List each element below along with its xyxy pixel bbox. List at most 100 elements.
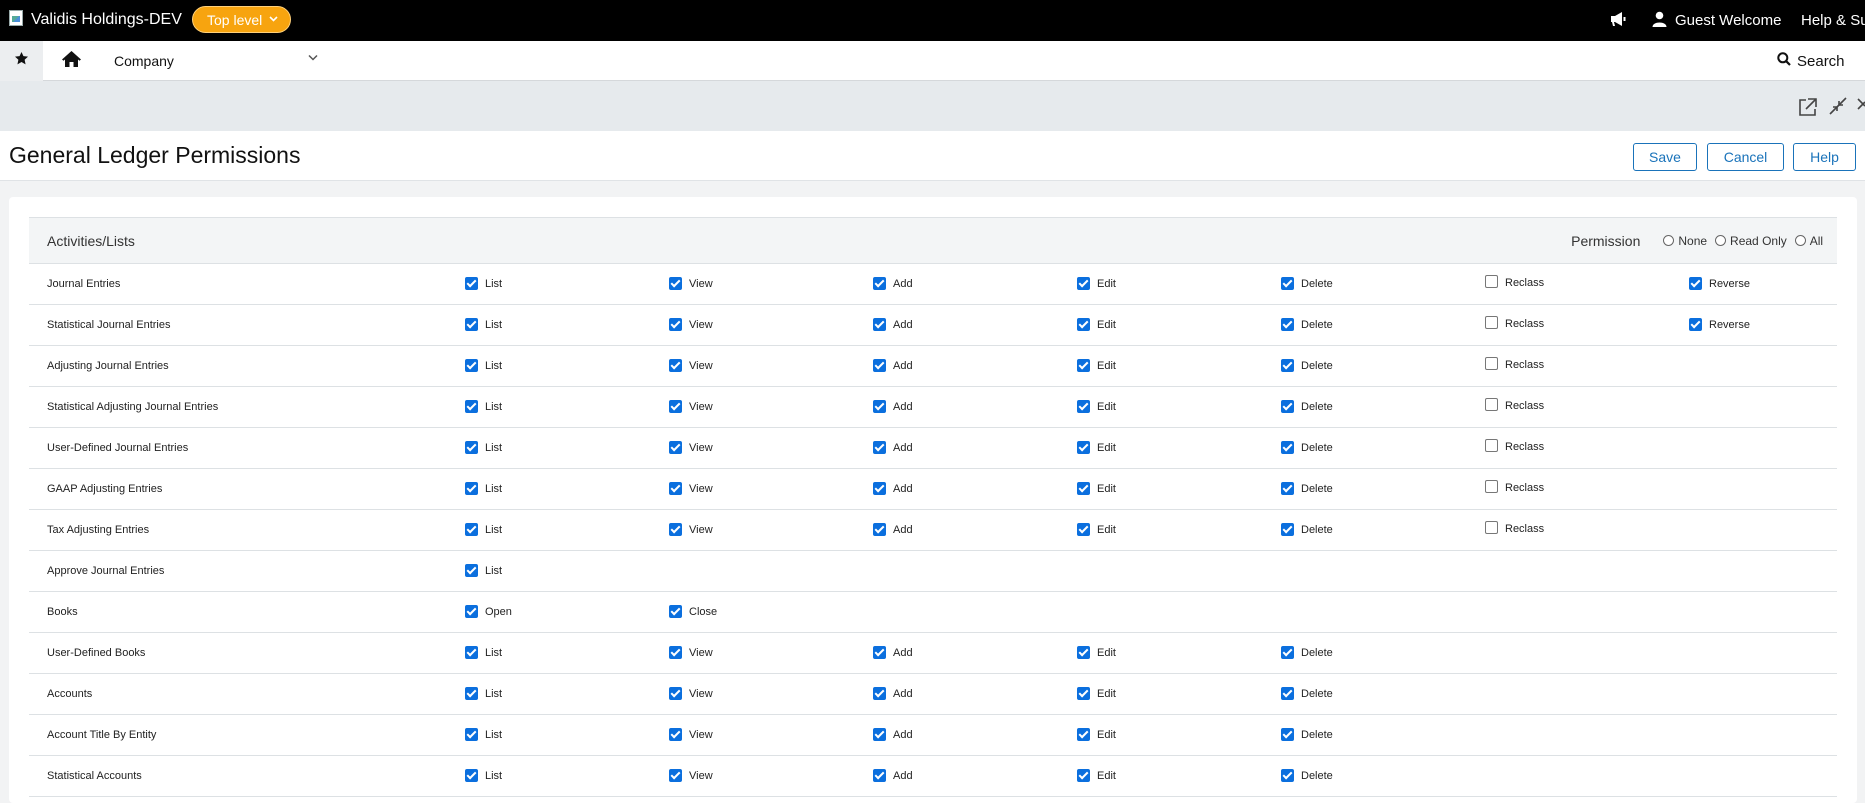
permission-checkbox-view[interactable]: View (669, 317, 713, 332)
permission-checkbox-reclass[interactable]: Reclass (1485, 398, 1544, 412)
checkbox[interactable] (873, 768, 886, 782)
permission-all-radio[interactable]: All (1794, 234, 1823, 248)
checkbox[interactable] (1485, 480, 1498, 493)
permission-checkbox-edit[interactable]: Edit (1077, 276, 1116, 291)
permission-checkbox-reclass[interactable]: Reclass (1485, 521, 1544, 535)
checkbox[interactable] (465, 481, 478, 495)
search-button[interactable]: Search (1777, 41, 1845, 81)
checkbox[interactable] (465, 727, 478, 741)
permission-checkbox-reverse[interactable]: Reverse (1689, 276, 1750, 291)
level-selector[interactable]: Top level (192, 6, 292, 33)
permission-checkbox-edit[interactable]: Edit (1077, 358, 1116, 373)
permission-checkbox-delete[interactable]: Delete (1281, 358, 1333, 373)
permission-checkbox-edit[interactable]: Edit (1077, 317, 1116, 332)
permission-checkbox-edit[interactable]: Edit (1077, 686, 1116, 701)
checkbox[interactable] (669, 276, 682, 290)
checkbox[interactable] (1281, 686, 1294, 700)
permission-checkbox-edit[interactable]: Edit (1077, 522, 1116, 537)
permission-checkbox-view[interactable]: View (669, 727, 713, 742)
checkbox[interactable] (873, 399, 886, 413)
checkbox[interactable] (1689, 276, 1702, 290)
permission-none-radio[interactable]: None (1663, 234, 1707, 248)
permission-checkbox-delete[interactable]: Delete (1281, 481, 1333, 496)
module-selector-label[interactable]: Company (114, 53, 174, 69)
permission-checkbox-view[interactable]: View (669, 358, 713, 373)
checkbox[interactable] (465, 317, 478, 331)
permission-checkbox-reclass[interactable]: Reclass (1485, 439, 1544, 453)
company-name[interactable]: Validis Holdings-DEV (31, 11, 182, 29)
checkbox[interactable] (1485, 316, 1498, 329)
user-menu[interactable]: Guest Welcome (1652, 0, 1781, 41)
checkbox[interactable] (1281, 317, 1294, 331)
permission-checkbox-reclass[interactable]: Reclass (1485, 480, 1544, 494)
checkbox[interactable] (1077, 522, 1090, 536)
permission-checkbox-add[interactable]: Add (873, 768, 913, 783)
permission-checkbox-delete[interactable]: Delete (1281, 440, 1333, 455)
close-icon[interactable] (1857, 96, 1865, 112)
checkbox[interactable] (465, 563, 478, 577)
permission-checkbox-reclass[interactable]: Reclass (1485, 316, 1544, 330)
checkbox[interactable] (1485, 398, 1498, 411)
permission-checkbox-delete[interactable]: Delete (1281, 522, 1333, 537)
checkbox[interactable] (669, 317, 682, 331)
permission-checkbox-list[interactable]: List (465, 727, 502, 742)
checkbox[interactable] (465, 276, 478, 290)
checkbox[interactable] (1281, 768, 1294, 782)
permission-checkbox-add[interactable]: Add (873, 522, 913, 537)
permission-checkbox-list[interactable]: List (465, 645, 502, 660)
permission-checkbox-delete[interactable]: Delete (1281, 276, 1333, 291)
permission-checkbox-view[interactable]: View (669, 481, 713, 496)
home-button[interactable] (55, 41, 87, 81)
permission-checkbox-list[interactable]: List (465, 522, 502, 537)
checkbox[interactable] (1281, 481, 1294, 495)
permission-checkbox-delete[interactable]: Delete (1281, 399, 1333, 414)
permission-checkbox-add[interactable]: Add (873, 481, 913, 496)
checkbox[interactable] (669, 522, 682, 536)
checkbox[interactable] (1281, 645, 1294, 659)
help-button[interactable]: Help (1793, 143, 1856, 171)
checkbox[interactable] (669, 440, 682, 454)
checkbox[interactable] (1077, 276, 1090, 290)
permission-checkbox-add[interactable]: Add (873, 317, 913, 332)
permission-checkbox-add[interactable]: Add (873, 727, 913, 742)
checkbox[interactable] (465, 686, 478, 700)
checkbox[interactable] (873, 727, 886, 741)
collapse-icon[interactable] (1828, 96, 1848, 116)
help-support-link[interactable]: Help & Su (1801, 0, 1865, 41)
favorites-button[interactable] (0, 41, 43, 81)
checkbox[interactable] (669, 399, 682, 413)
permission-checkbox-list[interactable]: List (465, 399, 502, 414)
permission-checkbox-view[interactable]: View (669, 440, 713, 455)
checkbox[interactable] (1077, 481, 1090, 495)
checkbox[interactable] (873, 522, 886, 536)
checkbox[interactable] (465, 645, 478, 659)
permission-checkbox-view[interactable]: View (669, 522, 713, 537)
permission-checkbox-list[interactable]: List (465, 440, 502, 455)
permission-checkbox-edit[interactable]: Edit (1077, 645, 1116, 660)
permission-checkbox-delete[interactable]: Delete (1281, 645, 1333, 660)
permission-checkbox-list[interactable]: List (465, 481, 502, 496)
permission-checkbox-delete[interactable]: Delete (1281, 317, 1333, 332)
checkbox[interactable] (1689, 317, 1702, 331)
chevron-down-icon[interactable] (308, 52, 318, 64)
checkbox[interactable] (1077, 440, 1090, 454)
checkbox[interactable] (873, 358, 886, 372)
checkbox[interactable] (873, 440, 886, 454)
permission-checkbox-reverse[interactable]: Reverse (1689, 317, 1750, 332)
permission-checkbox-edit[interactable]: Edit (1077, 481, 1116, 496)
checkbox[interactable] (1281, 440, 1294, 454)
checkbox[interactable] (1077, 686, 1090, 700)
permission-checkbox-add[interactable]: Add (873, 686, 913, 701)
permission-checkbox-view[interactable]: View (669, 768, 713, 783)
checkbox[interactable] (669, 481, 682, 495)
permission-checkbox-list[interactable]: List (465, 768, 502, 783)
permission-read-only-radio[interactable]: Read Only (1715, 234, 1787, 248)
checkbox[interactable] (669, 768, 682, 782)
checkbox[interactable] (465, 768, 478, 782)
checkbox[interactable] (1077, 399, 1090, 413)
permission-checkbox-list[interactable]: List (465, 563, 502, 578)
checkbox[interactable] (1281, 399, 1294, 413)
permission-checkbox-reclass[interactable]: Reclass (1485, 275, 1544, 289)
permission-checkbox-add[interactable]: Add (873, 440, 913, 455)
checkbox[interactable] (873, 686, 886, 700)
